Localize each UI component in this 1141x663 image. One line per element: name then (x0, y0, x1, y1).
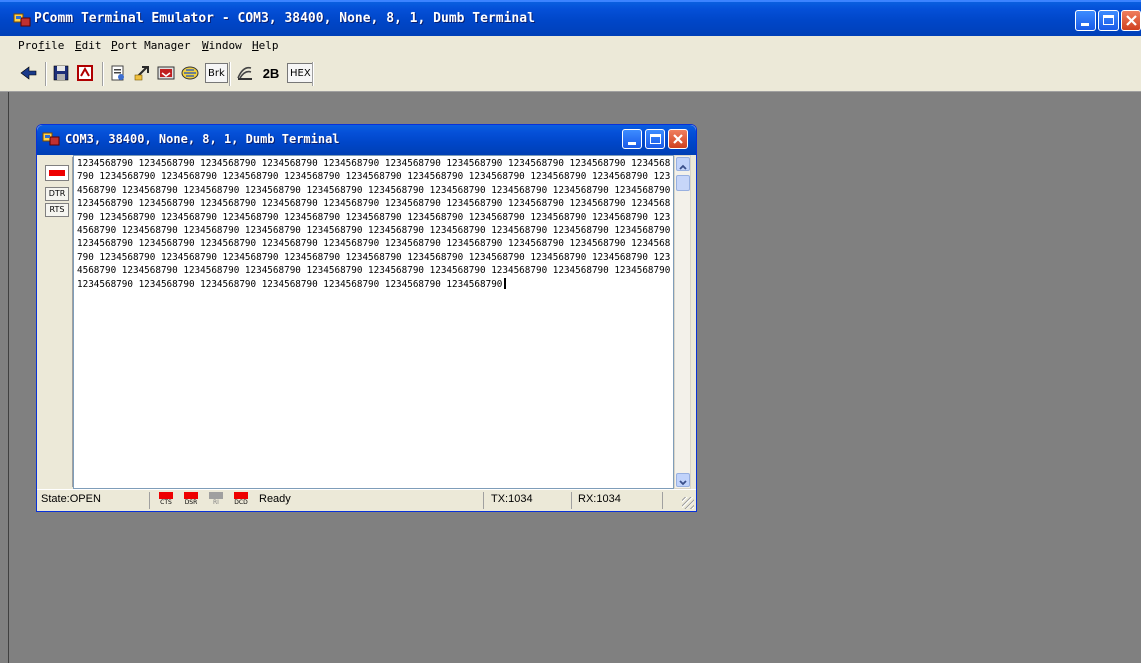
script-button[interactable] (234, 62, 256, 84)
script-icon (237, 66, 252, 80)
menu-profile[interactable]: Profile (18, 39, 64, 52)
maximize-button[interactable] (1098, 10, 1119, 31)
child-title-bar[interactable]: COM3, 38400, None, 8, 1, Dumb Terminal (37, 125, 696, 155)
menu-help[interactable]: Help (252, 39, 279, 52)
send-file-icon (134, 66, 149, 81)
child-maximize-button[interactable] (645, 129, 665, 149)
terminal-setup-icon (181, 66, 199, 80)
terminal-setup-button[interactable] (179, 62, 201, 84)
main-title-bar[interactable]: PComm Terminal Emulator - COM3, 38400, N… (0, 0, 1141, 36)
capture-icon (77, 65, 93, 81)
menu-window[interactable]: Window (202, 39, 242, 52)
dsr-indicator: DSR (183, 492, 199, 508)
document-gear-icon (111, 65, 124, 81)
resize-grip[interactable] (682, 497, 694, 509)
break-button[interactable]: Brk (205, 63, 228, 83)
receive-file-icon (157, 66, 175, 80)
terminal-window-icon (42, 132, 60, 146)
signal-control-panel: DTR RTS (41, 157, 73, 487)
child-minimize-button[interactable] (622, 129, 642, 149)
maximize-icon (1103, 15, 1114, 25)
minimize-icon (628, 142, 636, 145)
chevron-up-icon (679, 164, 687, 170)
dcd-indicator: DCD (233, 492, 249, 508)
text-cursor (504, 277, 507, 289)
rx-counter: RX:1034 (578, 493, 621, 505)
receive-file-button[interactable] (155, 62, 177, 84)
capture-button[interactable] (74, 62, 96, 84)
terminal-text: 1234568790 1234568790 1234568790 1234568… (77, 158, 671, 290)
ri-indicator: RI (208, 492, 224, 508)
chevron-down-icon (679, 480, 687, 486)
ready-status: Ready (259, 493, 291, 505)
menu-bar: Profile Edit Port Manager Window Help (0, 36, 1141, 56)
connection-state: State:OPEN (41, 493, 101, 505)
scroll-thumb[interactable] (676, 175, 690, 191)
terminal-output[interactable]: 1234568790 1234568790 1234568790 1234568… (73, 155, 674, 489)
minimize-button[interactable] (1075, 10, 1096, 31)
floppy-icon (53, 65, 69, 81)
tx-counter: TX:1034 (491, 493, 533, 505)
menu-port-manager[interactable]: Port Manager (111, 39, 190, 52)
toolbar: Brk 2B HEX (0, 56, 1141, 92)
two-byte-button[interactable]: 2B (258, 62, 284, 84)
cts-indicator: CTS (158, 492, 174, 508)
properties-button[interactable] (107, 62, 129, 84)
open-session-button[interactable] (18, 62, 40, 84)
minimize-icon (1081, 23, 1089, 26)
terminal-child-window: COM3, 38400, None, 8, 1, Dumb Terminal D… (36, 124, 697, 512)
window-title: PComm Terminal Emulator - COM3, 38400, N… (34, 11, 535, 26)
child-window-title: COM3, 38400, None, 8, 1, Dumb Terminal (65, 132, 340, 146)
menu-edit[interactable]: Edit (75, 39, 102, 52)
open-session-icon (20, 66, 37, 80)
rts-button[interactable]: RTS (45, 203, 69, 217)
close-button[interactable] (1121, 10, 1141, 31)
send-file-button[interactable] (131, 62, 153, 84)
scroll-down-button[interactable] (676, 473, 690, 487)
close-icon (673, 134, 683, 144)
child-close-button[interactable] (668, 129, 688, 149)
status-bar: State:OPEN CTS DSR RI DCD Ready TX:1034 … (37, 489, 696, 511)
save-button[interactable] (50, 62, 72, 84)
dtr-button[interactable]: DTR (45, 187, 69, 201)
vertical-scrollbar[interactable] (674, 155, 691, 489)
close-icon (1126, 15, 1137, 26)
scroll-up-button[interactable] (676, 157, 690, 171)
pcomm-app-icon (13, 13, 31, 27)
maximize-icon (650, 134, 661, 144)
hex-button[interactable]: HEX (287, 63, 314, 83)
connection-toggle-button[interactable] (45, 165, 69, 181)
connection-led-icon (49, 170, 65, 176)
